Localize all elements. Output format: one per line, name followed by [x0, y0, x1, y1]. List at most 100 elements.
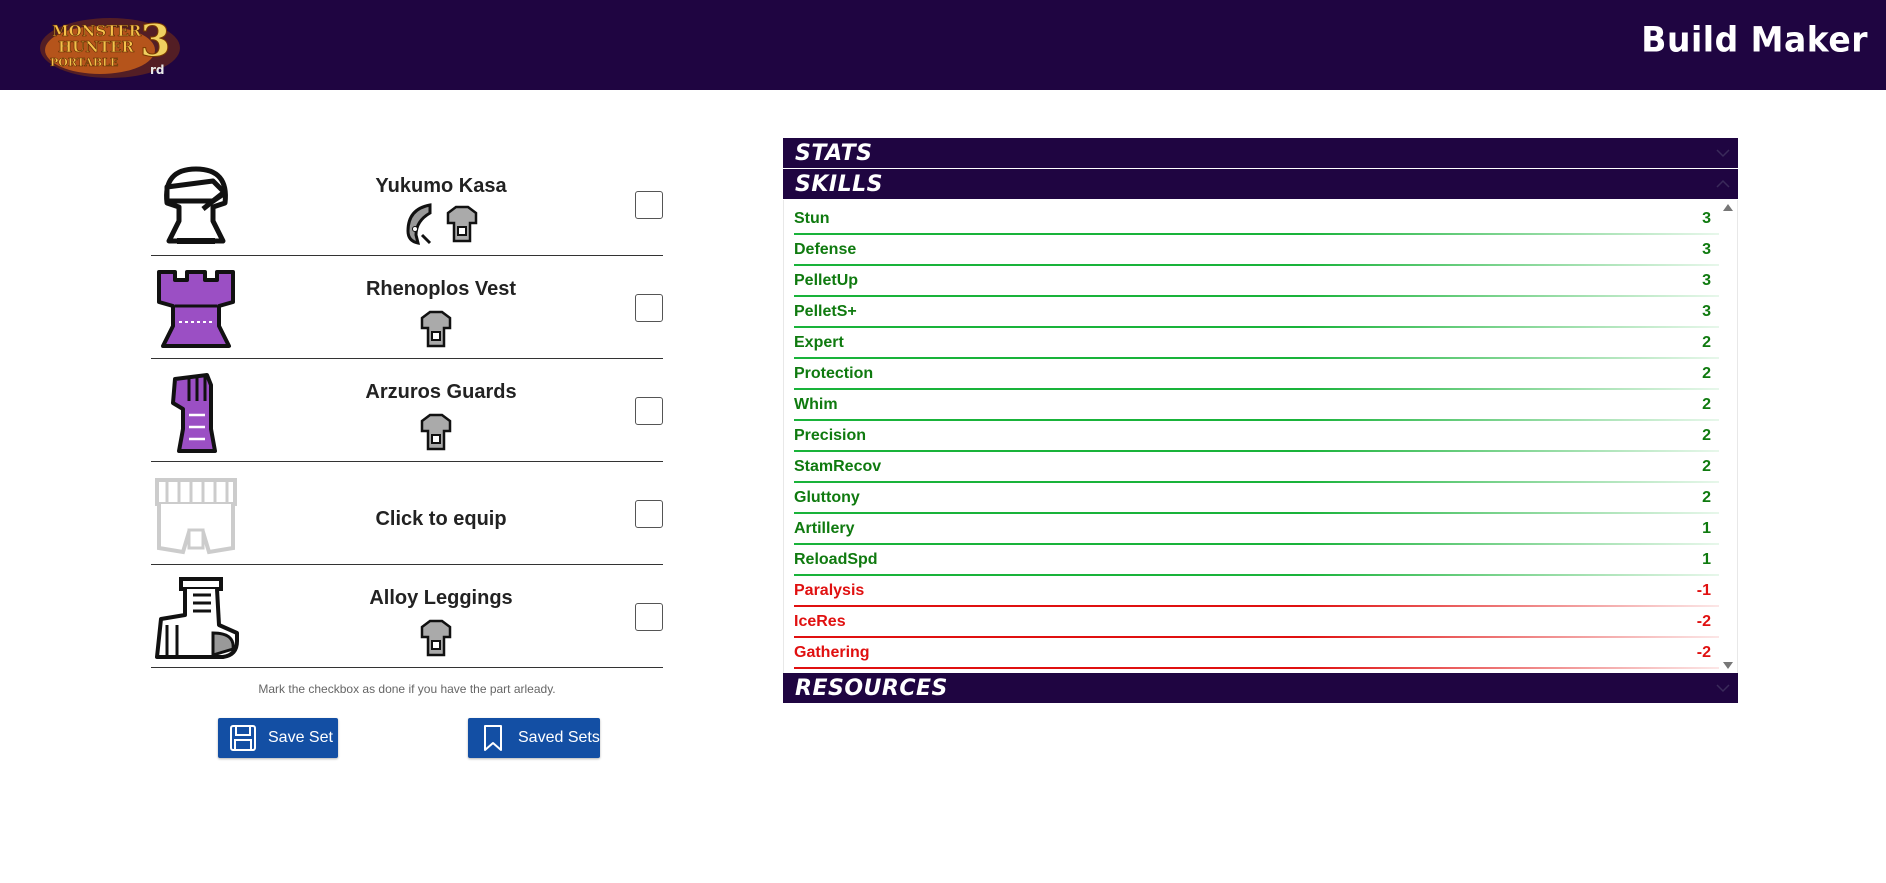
armor-name: Alloy Leggings — [369, 587, 513, 609]
skill-underline — [794, 512, 1719, 514]
armor-row-waist[interactable]: Click to equip — [151, 462, 663, 565]
checkbox-hint: Mark the checkbox as done if you have th… — [258, 682, 556, 696]
skill-row: Defense 3 — [794, 236, 1719, 267]
skills-section-header[interactable]: SKILLS — [783, 169, 1738, 200]
armor-list: Yukumo Kasa Rhenoplos Vest Arzuros Guard… — [151, 153, 663, 668]
skill-row: PelletS+ 3 — [794, 298, 1719, 329]
skill-gems — [391, 201, 491, 245]
done-checkbox[interactable] — [635, 294, 663, 322]
svg-text:HUNTER: HUNTER — [58, 38, 135, 56]
save-set-label: Save Set — [268, 729, 333, 746]
skill-name: PelletUp — [794, 272, 859, 289]
bookmark-icon — [484, 725, 502, 751]
skill-underline — [794, 264, 1719, 266]
resources-title: RESOURCES — [795, 676, 948, 701]
skill-value: 3 — [1702, 210, 1711, 227]
skill-value: -2 — [1696, 644, 1711, 661]
skill-value: 3 — [1702, 303, 1711, 320]
skill-name: Defense — [794, 241, 857, 258]
skill-name: Precision — [794, 427, 867, 444]
save-set-button[interactable]: Save Set — [218, 718, 338, 758]
skill-row: Whim 2 — [794, 391, 1719, 422]
skill-row: PelletUp 3 — [794, 267, 1719, 298]
armor-piece-icon — [420, 619, 452, 657]
skill-row: Precision 2 — [794, 422, 1719, 453]
skill-underline — [794, 450, 1719, 452]
armor-name: Yukumo Kasa — [375, 175, 507, 197]
skill-row: Protection 2 — [794, 360, 1719, 391]
svg-text:rd: rd — [150, 63, 165, 77]
skill-row: Gluttony 2 — [794, 484, 1719, 515]
stats-title: STATS — [795, 141, 873, 166]
skill-value: 2 — [1702, 427, 1711, 444]
chevron-down-icon — [1716, 684, 1730, 693]
armor-piece-icon — [420, 310, 452, 348]
legs-icon — [155, 577, 239, 659]
armor-name: Rhenoplos Vest — [365, 278, 517, 300]
chest-icon — [157, 270, 235, 348]
skill-underline — [794, 295, 1719, 297]
done-checkbox[interactable] — [635, 191, 663, 219]
skill-name: IceRes — [794, 613, 846, 630]
saved-sets-button[interactable]: Saved Sets — [468, 718, 600, 758]
info-panel: STATS SKILLS Stun 3 Defense 3 PelletUp 3 Pelle… — [783, 138, 1738, 704]
floppy-disk-icon — [230, 725, 256, 751]
skill-value: 1 — [1702, 520, 1711, 537]
chevron-down-icon — [1716, 149, 1730, 158]
skill-row: IceRes -2 — [794, 608, 1719, 639]
chevron-up-icon — [1716, 179, 1730, 188]
skill-name: Whim — [794, 396, 838, 413]
skill-underline — [794, 357, 1719, 359]
horn-icon — [406, 203, 432, 245]
skill-name: Paralysis — [794, 582, 865, 599]
saved-sets-label: Saved Sets — [518, 729, 600, 746]
skill-name: Gluttony — [794, 489, 860, 506]
stats-section-header[interactable]: STATS — [783, 138, 1738, 169]
svg-text:3: 3 — [140, 16, 171, 67]
skill-underline — [794, 481, 1719, 483]
armor-name: Click to equip — [375, 508, 507, 530]
helmet-icon — [164, 166, 228, 244]
skills-list[interactable]: Stun 3 Defense 3 PelletUp 3 PelletS+ 3 Expert 2 Pr… — [783, 200, 1738, 673]
skill-underline — [794, 574, 1719, 576]
scroll-up-arrow[interactable] — [1723, 204, 1733, 211]
skill-value: 2 — [1702, 458, 1711, 475]
arms-icon — [171, 373, 217, 453]
skill-underline — [794, 233, 1719, 235]
skill-name: Expert — [794, 334, 844, 351]
skill-row: Stun 3 — [794, 205, 1719, 236]
skill-row: Expert 2 — [794, 329, 1719, 360]
scroll-down-arrow[interactable] — [1723, 662, 1733, 669]
resources-section-header[interactable]: RESOURCES — [783, 673, 1738, 704]
skill-value: 3 — [1702, 272, 1711, 289]
skill-value: 2 — [1702, 396, 1711, 413]
done-checkbox[interactable] — [635, 500, 663, 528]
done-checkbox[interactable] — [635, 603, 663, 631]
skill-name: Stun — [794, 210, 830, 227]
skill-underline — [794, 636, 1719, 638]
skill-underline — [794, 667, 1719, 669]
skill-value: 1 — [1702, 551, 1711, 568]
skill-underline — [794, 419, 1719, 421]
skill-value: 3 — [1702, 241, 1711, 258]
skill-row: StamRecov 2 — [794, 453, 1719, 484]
armor-row-head[interactable]: Yukumo Kasa — [151, 153, 663, 256]
skill-value: -2 — [1696, 613, 1711, 630]
armor-row-chest[interactable]: Rhenoplos Vest — [151, 256, 663, 359]
armor-row-arms[interactable]: Arzuros Guards — [151, 359, 663, 462]
skill-value: -1 — [1696, 582, 1711, 599]
game-logo[interactable]: MONSTER HUNTER PORTABLE 3 rd — [30, 8, 185, 84]
armor-piece-icon — [420, 413, 452, 451]
skill-underline — [794, 543, 1719, 545]
armor-name: Arzuros Guards — [365, 381, 517, 403]
app-header: MONSTER HUNTER PORTABLE 3 rd Build Maker — [0, 0, 1886, 90]
skill-value: 2 — [1702, 365, 1711, 382]
skill-row: Paralysis -1 — [794, 577, 1719, 608]
skill-value: 2 — [1702, 334, 1711, 351]
armor-row-legs[interactable]: Alloy Leggings — [151, 565, 663, 668]
skill-name: Protection — [794, 365, 874, 382]
done-checkbox[interactable] — [635, 397, 663, 425]
skill-name: ReloadSpd — [794, 551, 878, 568]
waist-icon — [155, 478, 237, 555]
skill-row: ReloadSpd 1 — [794, 546, 1719, 577]
